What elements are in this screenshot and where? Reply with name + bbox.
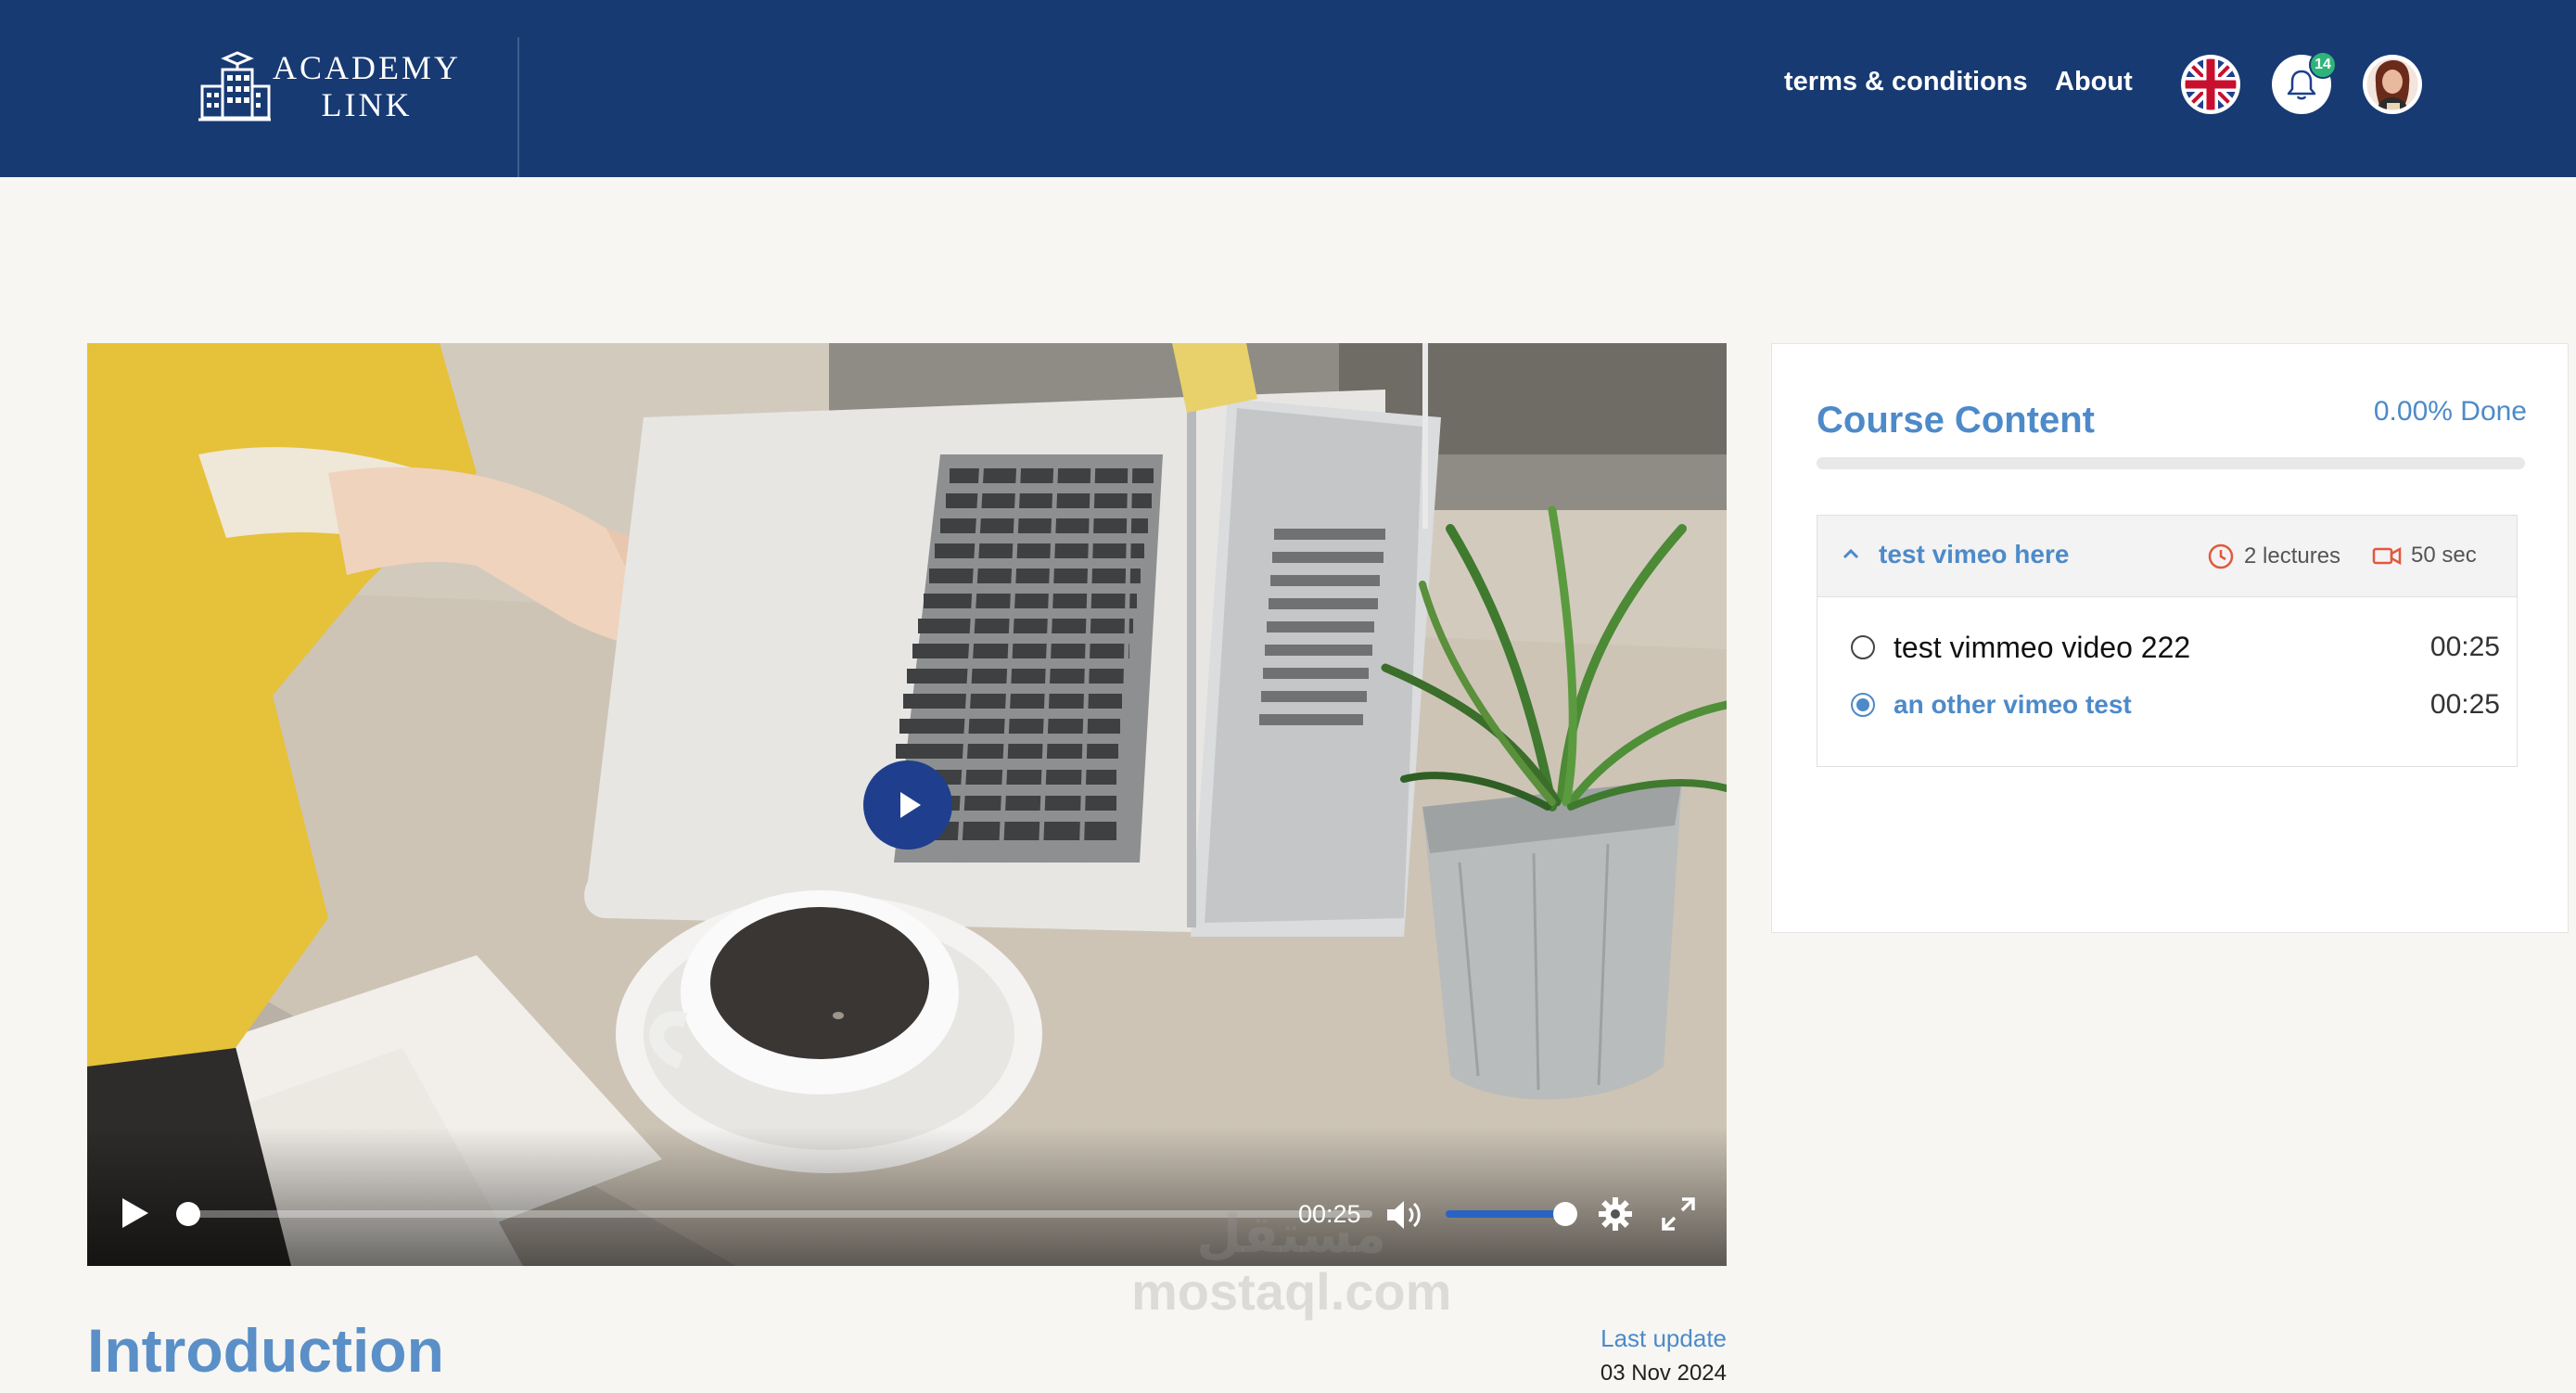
notifications-button[interactable]: 14 [2272, 51, 2337, 114]
header-divider [517, 37, 519, 177]
building-logo-icon [198, 51, 271, 121]
avatar [2364, 56, 2421, 113]
volume-slider[interactable] [1446, 1202, 1577, 1226]
lesson-title: Introduction [87, 1316, 444, 1385]
logo-line-2: LINK [321, 86, 413, 123]
lecture-duration: 00:25 [2429, 632, 2500, 662]
course-content-panel: Course Content 0.00% Done test vimeo her… [1771, 343, 2569, 933]
lecture-radio-selected[interactable] [1851, 693, 1875, 717]
chevron-up-icon [1843, 548, 1859, 559]
fullscreen-icon[interactable] [1660, 1195, 1697, 1233]
lecture-radio[interactable] [1851, 635, 1875, 659]
course-progress-bar [1817, 457, 2525, 469]
lecture-item-active[interactable]: an other vimeo test 00:25 [1851, 686, 2500, 723]
play-pause-icon[interactable] [115, 1195, 152, 1232]
last-update-date: 03 Nov 2024 [1600, 1361, 1727, 1386]
user-avatar-button[interactable] [2363, 55, 2422, 114]
lecture-title: an other vimeo test [1894, 690, 2132, 719]
section-header[interactable]: test vimeo here 2 lectures 50 sec [1817, 516, 2517, 597]
uk-flag-icon [2182, 56, 2239, 113]
language-switch-button[interactable] [2181, 55, 2240, 114]
section-duration: 50 sec [2372, 543, 2477, 569]
lecture-duration: 00:25 [2429, 689, 2500, 720]
nav-about-link[interactable]: About [2055, 67, 2133, 97]
settings-gear-icon[interactable] [1597, 1195, 1634, 1233]
watermark-arabic: مستقل [1196, 1205, 1387, 1263]
seek-handle[interactable] [176, 1202, 200, 1226]
academy-link-logo[interactable]: ACADEMY LINK [197, 45, 465, 128]
big-play-button[interactable] [863, 760, 952, 850]
lecture-title: test vimmeo video 222 [1894, 630, 2191, 664]
duration-text: 50 sec [2411, 543, 2477, 568]
lectures-count-text: 2 lectures [2244, 543, 2341, 569]
last-update-label: Last update [1600, 1324, 1727, 1352]
course-progress-text: 0.00% Done [2373, 396, 2527, 427]
video-camera-icon [2372, 546, 2402, 566]
logo-line-1: ACADEMY [273, 49, 462, 86]
notification-count-badge: 14 [2309, 51, 2337, 79]
course-content-title: Course Content [1817, 400, 2095, 441]
logo-wordmark: ACADEMY LINK [273, 49, 461, 123]
watermark-domain: mostaql.com [1131, 1261, 1452, 1321]
course-section: test vimeo here 2 lectures 50 sec test v… [1817, 515, 2518, 767]
top-navbar: ACADEMY LINK terms & conditions About 14 [0, 0, 2576, 177]
watermark: مستقل mostaql.com [1131, 1206, 1451, 1320]
play-icon [900, 792, 921, 818]
lecture-item[interactable]: test vimmeo video 222 00:25 [1851, 629, 2500, 666]
section-lectures-count: 2 lectures [2207, 543, 2340, 570]
section-title: test vimeo here [1879, 540, 2070, 569]
clock-icon [2208, 543, 2234, 569]
nav-terms-link[interactable]: terms & conditions [1784, 67, 2028, 97]
player-controls: 00:25 [87, 1127, 1727, 1266]
video-player[interactable]: 00:25 [87, 343, 1727, 1266]
volume-handle[interactable] [1553, 1202, 1577, 1226]
